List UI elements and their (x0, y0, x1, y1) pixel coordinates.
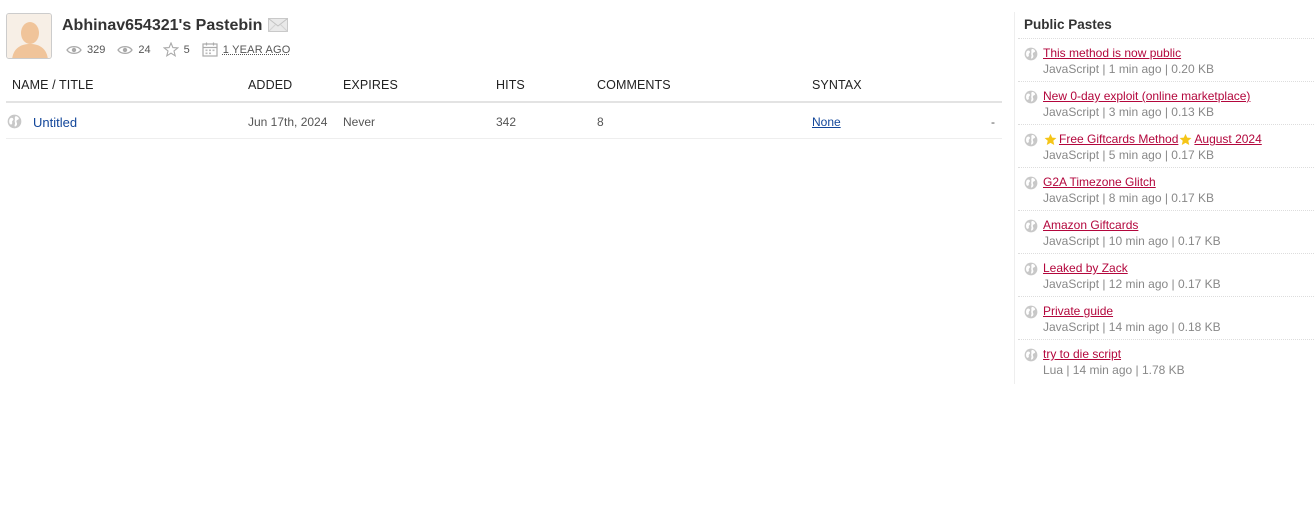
paste-comments: 8 (597, 115, 604, 129)
paste-expires: Never (343, 115, 376, 129)
member-since-stat: 1 YEAR AGO (202, 42, 291, 57)
list-item: This method is now public JavaScript | 1… (1018, 39, 1314, 82)
column-header-title[interactable]: NAME / TITLE (12, 78, 94, 92)
paste-action: - (991, 115, 995, 129)
star-icon (1179, 133, 1192, 145)
public-paste-meta: JavaScript | 10 min ago | 0.17 KB (1043, 234, 1221, 248)
public-paste-link[interactable]: New 0-day exploit (online marketplace) (1043, 89, 1250, 103)
list-item: try to die script Lua | 14 min ago | 1.7… (1018, 340, 1314, 383)
public-paste-meta: Lua | 14 min ago | 1.78 KB (1043, 363, 1185, 377)
profile-stats: 329 24 5 1 YEAR AGO (66, 42, 303, 57)
globe-icon (1024, 348, 1038, 362)
globe-icon (1024, 47, 1038, 61)
globe-icon (1024, 262, 1038, 276)
mail-icon[interactable] (268, 18, 289, 37)
column-header-added[interactable]: ADDED (248, 78, 292, 92)
list-item: Amazon Giftcards JavaScript | 10 min ago… (1018, 211, 1314, 254)
paste-hits: 342 (496, 115, 517, 129)
globe-icon (1024, 90, 1038, 104)
eye-icon (117, 45, 134, 54)
public-paste-meta: JavaScript | 14 min ago | 0.18 KB (1043, 320, 1221, 334)
globe-icon (1024, 219, 1038, 233)
avatar[interactable] (6, 13, 52, 59)
list-item: Free Giftcards Method August 2024 JavaSc… (1018, 125, 1314, 168)
sidebar-title: Public Pastes (1018, 12, 1314, 39)
public-paste-link[interactable]: This method is now public (1043, 46, 1181, 60)
list-item: G2A Timezone Glitch JavaScript | 8 min a… (1018, 168, 1314, 211)
public-paste-link[interactable]: try to die script (1043, 347, 1121, 361)
list-item: Leaked by Zack JavaScript | 12 min ago |… (1018, 254, 1314, 297)
public-paste-link[interactable]: G2A Timezone Glitch (1043, 175, 1156, 189)
member-since: 1 YEAR AGO (222, 43, 291, 56)
star-icon (162, 42, 179, 57)
public-paste-link[interactable]: Free Giftcards Method August 2024 (1043, 132, 1262, 146)
views-count: 329 (87, 43, 106, 56)
public-paste-link[interactable]: Private guide (1043, 304, 1113, 318)
table-row: Untitled Jun 17th, 2024 Never 342 8 None… (6, 103, 1002, 139)
public-paste-meta: JavaScript | 5 min ago | 0.17 KB (1043, 148, 1214, 162)
globe-icon (1024, 305, 1038, 319)
public-paste-meta: JavaScript | 3 min ago | 0.13 KB (1043, 105, 1214, 119)
profile-username: Abhinav654321's Pastebin (62, 17, 263, 34)
list-item: New 0-day exploit (online marketplace) J… (1018, 82, 1314, 125)
views-today-stat: 24 (117, 43, 151, 56)
public-paste-title-part: August 2024 (1194, 132, 1262, 146)
public-paste-meta: JavaScript | 1 min ago | 0.20 KB (1043, 62, 1214, 76)
paste-added: Jun 17th, 2024 (248, 115, 328, 129)
column-header-hits[interactable]: HITS (496, 78, 525, 92)
table-header: NAME / TITLE ADDED EXPIRES HITS COMMENTS… (6, 72, 1002, 103)
paste-title-link[interactable]: Untitled (33, 115, 77, 130)
public-paste-meta: JavaScript | 8 min ago | 0.17 KB (1043, 191, 1214, 205)
globe-icon (7, 114, 22, 129)
views-today-count: 24 (138, 43, 151, 56)
column-header-comments[interactable]: COMMENTS (597, 78, 671, 92)
eye-icon (66, 45, 82, 54)
public-paste-link[interactable]: Amazon Giftcards (1043, 218, 1138, 232)
sidebar-divider (1014, 12, 1015, 384)
paste-syntax-link[interactable]: None (812, 115, 841, 129)
rating-count: 5 (183, 43, 190, 56)
pastes-table: NAME / TITLE ADDED EXPIRES HITS COMMENTS… (6, 72, 1002, 139)
public-paste-link[interactable]: Leaked by Zack (1043, 261, 1128, 275)
column-header-expires[interactable]: EXPIRES (343, 78, 398, 92)
star-icon (1044, 133, 1057, 145)
avatar-placeholder-icon (7, 14, 51, 58)
calendar-icon (202, 42, 218, 57)
username-row: Abhinav654321's Pastebin (62, 15, 289, 37)
views-stat: 329 (66, 44, 105, 56)
public-paste-title-part: Free Giftcards Method (1059, 132, 1179, 146)
globe-icon (1024, 176, 1038, 190)
public-pastes-sidebar: Public Pastes This method is now public … (1018, 12, 1314, 383)
globe-icon (1024, 133, 1038, 147)
list-item: Private guide JavaScript | 14 min ago | … (1018, 297, 1314, 340)
rating-stat: 5 (162, 42, 190, 57)
public-paste-meta: JavaScript | 12 min ago | 0.17 KB (1043, 277, 1221, 291)
column-header-syntax[interactable]: SYNTAX (812, 78, 862, 92)
